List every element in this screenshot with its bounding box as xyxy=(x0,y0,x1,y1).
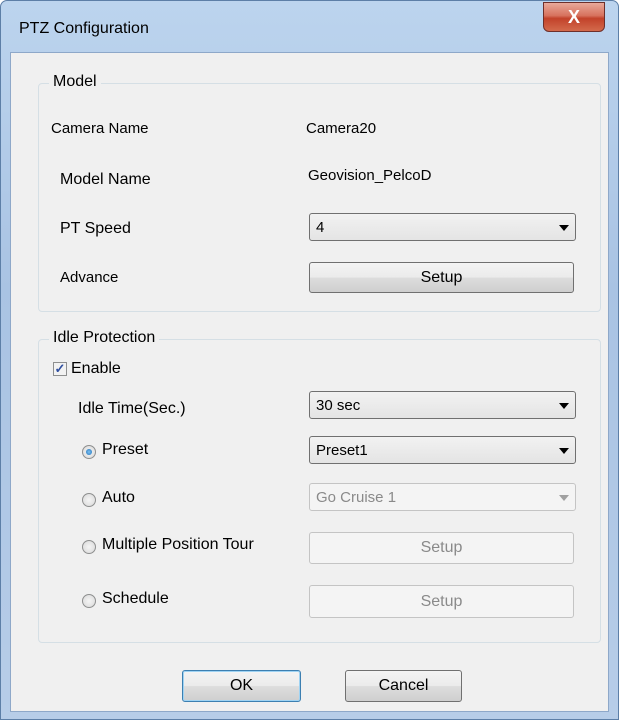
preset-label[interactable]: Preset xyxy=(102,441,148,459)
auto-radio[interactable] xyxy=(82,493,96,507)
window-title: PTZ Configuration xyxy=(19,20,149,37)
idle-time-select[interactable]: 30 sec xyxy=(309,391,576,419)
multiple-position-tour-label[interactable]: Multiple Position Tour xyxy=(102,536,254,554)
chevron-down-icon xyxy=(559,225,569,231)
camera-name-value: Camera20 xyxy=(306,120,377,137)
pt-speed-select[interactable]: 4 xyxy=(309,213,576,241)
schedule-radio[interactable] xyxy=(82,594,96,608)
multiple-position-tour-radio[interactable] xyxy=(82,540,96,554)
multiple-position-tour-setup-button[interactable]: Setup xyxy=(309,532,574,564)
idle-protection-group-label: Idle Protection xyxy=(49,329,160,347)
preset-select[interactable]: Preset1 xyxy=(309,436,576,464)
cancel-button[interactable]: Cancel xyxy=(345,670,462,702)
enable-checkbox[interactable]: ✓ xyxy=(53,362,67,376)
chevron-down-icon xyxy=(559,495,569,501)
idle-time-label: Idle Time(Sec.) xyxy=(78,400,186,417)
auto-value: Go Cruise 1 xyxy=(316,489,397,506)
camera-name-label: Camera Name xyxy=(51,120,149,137)
schedule-label[interactable]: Schedule xyxy=(102,590,169,608)
model-name-value: Geovision_PelcoD xyxy=(308,167,432,184)
close-button[interactable]: X xyxy=(543,2,605,32)
idle-time-value: 30 sec xyxy=(316,397,361,414)
chevron-down-icon xyxy=(559,448,569,454)
auto-label[interactable]: Auto xyxy=(102,489,135,507)
chevron-down-icon xyxy=(559,403,569,409)
advance-label: Advance xyxy=(60,269,119,286)
preset-radio[interactable] xyxy=(82,445,96,459)
enable-label[interactable]: Enable xyxy=(71,360,121,378)
model-name-label: Model Name xyxy=(60,171,151,188)
pt-speed-label: PT Speed xyxy=(60,220,131,237)
dialog-body: Model Camera Name Camera20 Model Name Ge… xyxy=(10,52,609,712)
schedule-setup-button[interactable]: Setup xyxy=(309,585,574,618)
close-icon: X xyxy=(567,7,580,27)
advance-setup-button[interactable]: Setup xyxy=(309,262,574,293)
ok-button[interactable]: OK xyxy=(182,670,301,702)
auto-select[interactable]: Go Cruise 1 xyxy=(309,483,576,511)
pt-speed-value: 4 xyxy=(316,219,325,236)
radio-selected-dot xyxy=(86,449,92,455)
ptz-configuration-window: PTZ Configuration X Model Camera Name Ca… xyxy=(0,0,619,720)
preset-value: Preset1 xyxy=(316,442,368,459)
model-group-label: Model xyxy=(49,73,101,91)
title-bar[interactable]: PTZ Configuration X xyxy=(1,1,618,53)
